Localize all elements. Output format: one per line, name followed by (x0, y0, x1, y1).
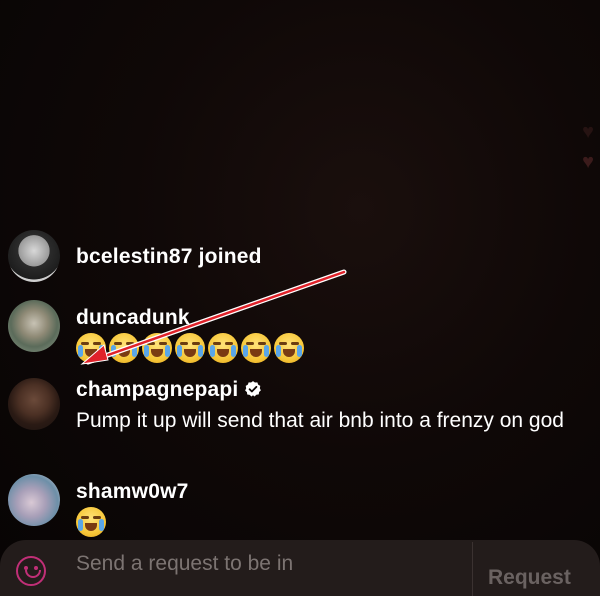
live-stream-screen: ♥ ♥ bcelestin87 joined duncadunk champag… (0, 0, 600, 596)
avatar[interactable] (8, 378, 60, 430)
request-button[interactable]: Request (488, 566, 571, 590)
avatar[interactable] (8, 300, 60, 352)
verified-badge-icon (245, 381, 262, 397)
crying-emoji-icon (241, 333, 271, 363)
heart-icon: ♥ (582, 121, 594, 143)
face-icon[interactable] (16, 556, 46, 586)
request-bar: Send a request to be in Request (0, 540, 600, 596)
comment-emoji-row (76, 333, 304, 363)
comment-emoji-row (76, 507, 106, 537)
crying-emoji-icon (76, 333, 106, 363)
crying-emoji-icon (175, 333, 205, 363)
comment-username[interactable]: shamw0w7 (76, 480, 189, 504)
username-text: champagnepapi (76, 378, 239, 401)
crying-emoji-icon (109, 333, 139, 363)
avatar[interactable] (8, 474, 60, 526)
crying-emoji-icon (142, 333, 172, 363)
divider (472, 542, 473, 596)
laughing-emoji-icon (76, 507, 106, 537)
crying-emoji-icon (208, 333, 238, 363)
avatar[interactable] (8, 230, 60, 282)
crying-emoji-icon (274, 333, 304, 363)
comment-message: Pump it up will send that air bnb into a… (76, 409, 564, 432)
comment-username[interactable]: duncadunk (76, 306, 190, 330)
comment-username[interactable]: champagnepapi (76, 378, 262, 402)
heart-icon: ♥ (582, 151, 594, 173)
join-notice: bcelestin87 joined (76, 245, 262, 268)
request-input[interactable]: Send a request to be in (76, 552, 293, 576)
